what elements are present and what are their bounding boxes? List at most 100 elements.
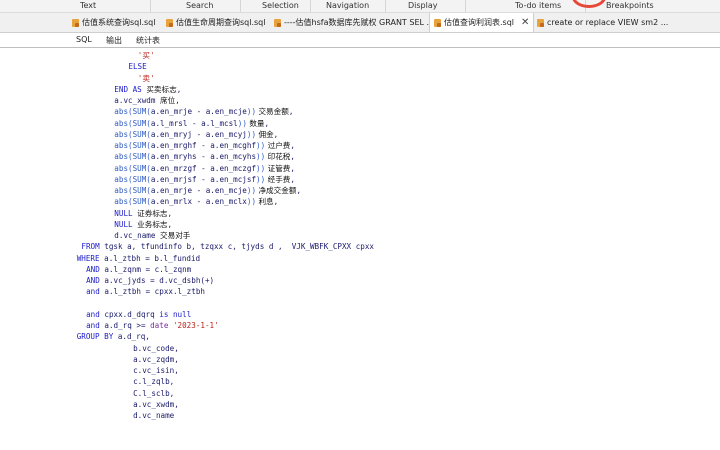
code-token: , bbox=[290, 174, 295, 184]
toolbar-separator bbox=[240, 0, 241, 12]
file-tab[interactable]: ----估值hsfa数据库先赋权 GRANT SEL ... bbox=[274, 13, 434, 32]
code-token: , bbox=[167, 208, 173, 218]
code-token: abs(SUM( bbox=[114, 152, 151, 162]
code-token: and bbox=[86, 309, 105, 319]
toolbar-group-todo[interactable]: To-do items bbox=[515, 1, 561, 10]
sql-file-icon bbox=[72, 18, 79, 27]
close-tab-icon[interactable]: ✕ bbox=[521, 17, 529, 28]
code-token: 交易对手 bbox=[160, 231, 191, 240]
code-token: , bbox=[175, 96, 180, 105]
code-line: FROM tgsk a, tfundinfo b, tzqxx c, tjyds… bbox=[81, 241, 374, 252]
code-token: a.l_ztbh = b.l_fundid bbox=[104, 253, 201, 263]
ide-toolbar-group-labels: Text Search Selection Navigation Display… bbox=[0, 0, 720, 13]
code-line: a.vc_zqdm, bbox=[133, 354, 179, 365]
toolbar-separator bbox=[385, 0, 386, 12]
code-line: abs(SUM(a.en_mrghf - a.en_mcghf)) 过户费, bbox=[114, 140, 295, 151]
code-token: a.l_zqnm = c.l_zqnm bbox=[104, 264, 192, 274]
sql-file-icon bbox=[166, 18, 173, 27]
code-token: )) bbox=[256, 152, 266, 162]
code-token: NULL bbox=[114, 208, 138, 218]
file-tab[interactable]: 估值系统查询sql.sql bbox=[72, 13, 155, 32]
code-token: 交易金额 bbox=[256, 107, 289, 117]
code-token: a.en_mrghf - a.en_mcghf bbox=[150, 141, 257, 150]
code-token: , bbox=[167, 219, 173, 229]
code-line: d.vc_name bbox=[133, 410, 174, 421]
code-token: abs(SUM( bbox=[114, 129, 151, 139]
tab-output[interactable]: 输出 bbox=[106, 35, 122, 46]
code-token: )) bbox=[256, 141, 266, 150]
code-token: AND bbox=[86, 276, 105, 285]
code-line: abs(SUM(a.en_mrzgf - a.en_mczgf)) 证管费, bbox=[114, 163, 295, 174]
code-token: a.d_rq, bbox=[117, 332, 150, 342]
toolbar-separator bbox=[465, 0, 466, 12]
code-token: 利息 bbox=[256, 197, 274, 207]
code-token: '卖' bbox=[137, 73, 155, 83]
code-token: a.vc_xwdm bbox=[114, 96, 161, 105]
file-tab-label: create or replace VIEW sm2 ... bbox=[547, 18, 669, 27]
code-token: a.vc_zqdm, bbox=[133, 354, 179, 364]
toolbar-separator bbox=[150, 0, 151, 12]
code-token: d.vc_name bbox=[133, 411, 175, 420]
code-token: GROUP BY bbox=[76, 332, 118, 342]
code-token: )) bbox=[256, 163, 266, 173]
code-token: , bbox=[290, 163, 295, 173]
code-token: 净成交金额 bbox=[256, 186, 297, 195]
highlight-circle-annotation bbox=[572, 0, 606, 8]
code-token: )) bbox=[246, 107, 257, 117]
code-token: abs(SUM( bbox=[114, 141, 151, 150]
code-token: and bbox=[86, 287, 105, 297]
toolbar-group-text[interactable]: Text bbox=[80, 1, 96, 10]
code-token: , bbox=[296, 186, 302, 195]
code-line: b.vc_code, bbox=[133, 343, 179, 354]
toolbar-group-selection[interactable]: Selection bbox=[262, 1, 299, 10]
file-tab-label: 估值查询利润表.sql bbox=[444, 18, 515, 27]
code-token: a.d_rq >= bbox=[104, 321, 151, 330]
code-token: 证管费 bbox=[265, 163, 291, 173]
code-token: a.l_mrsl - a.l_mcsl bbox=[150, 118, 238, 128]
code-token: c.l_zqlb, bbox=[133, 377, 175, 387]
code-token: b.vc_code, bbox=[133, 343, 179, 353]
code-token: abs(SUM( bbox=[114, 174, 151, 184]
code-token: 业务标志 bbox=[137, 219, 168, 229]
code-token: , bbox=[290, 141, 295, 150]
tab-sql[interactable]: SQL bbox=[76, 35, 92, 44]
sql-file-icon bbox=[274, 18, 281, 27]
code-token: abs(SUM( bbox=[114, 197, 151, 207]
code-token: 席位 bbox=[160, 96, 176, 105]
code-token: a.en_mrzgf - a.en_mczgf bbox=[150, 163, 257, 173]
code-token: abs(SUM( bbox=[114, 186, 151, 195]
code-token: a.en_mrje - a.en_mcje bbox=[150, 107, 247, 117]
code-token: c.vc_isin, bbox=[133, 366, 179, 375]
code-token: date bbox=[150, 321, 173, 330]
code-line: abs(SUM(a.en_mryhs - a.en_mcyhs)) 印花税, bbox=[114, 151, 295, 162]
code-line: and cpxx.d_dqrq is null bbox=[86, 309, 191, 320]
code-token: )) bbox=[237, 118, 247, 128]
sql-code-editor[interactable]: '买' ELSE '卖' END AS 买卖标志, a.vc_xwdm 席位, abs(S… bbox=[0, 48, 720, 450]
code-line: c.vc_isin, bbox=[133, 365, 179, 376]
code-token: FROM bbox=[81, 242, 105, 252]
toolbar-group-navigation[interactable]: Navigation bbox=[326, 1, 369, 10]
code-token: d.vc_name bbox=[114, 231, 161, 240]
code-token: 经手费 bbox=[265, 174, 291, 184]
toolbar-group-search[interactable]: Search bbox=[186, 1, 213, 10]
file-tab[interactable]: 估值生命周期查询sql.sql bbox=[166, 13, 265, 32]
code-token: END AS bbox=[114, 84, 147, 94]
tab-statistics[interactable]: 统计表 bbox=[136, 35, 160, 46]
code-token: NULL bbox=[114, 219, 138, 229]
code-token: 数量 bbox=[246, 118, 265, 128]
file-tab-active[interactable]: 估值查询利润表.sql ✕ bbox=[429, 13, 535, 32]
file-tab[interactable]: create or replace VIEW sm2 ... bbox=[537, 13, 668, 32]
toolbar-separator bbox=[310, 0, 311, 12]
code-line: c.l_zqlb, bbox=[133, 376, 174, 387]
code-token: )) bbox=[256, 174, 266, 184]
code-line: d.vc_name 交易对手 bbox=[114, 230, 190, 241]
code-token: cpxx.d_dqrq bbox=[104, 309, 160, 319]
code-line: abs(SUM(a.en_mrje - a.en_mcje)) 净成交金额, bbox=[114, 185, 301, 196]
code-line: NULL 业务标志, bbox=[114, 219, 172, 230]
code-line: and a.d_rq >= date '2023-1-1' bbox=[86, 320, 219, 331]
code-token: '2023-1-1' bbox=[172, 321, 219, 330]
toolbar-group-display[interactable]: Display bbox=[408, 1, 438, 10]
code-line: abs(SUM(a.en_mrjsf - a.en_mcjsf)) 经手费, bbox=[114, 174, 295, 185]
code-line: a.vc_xwdm 席位, bbox=[114, 95, 179, 106]
toolbar-group-breakpoints[interactable]: Breakpoints bbox=[606, 1, 654, 10]
